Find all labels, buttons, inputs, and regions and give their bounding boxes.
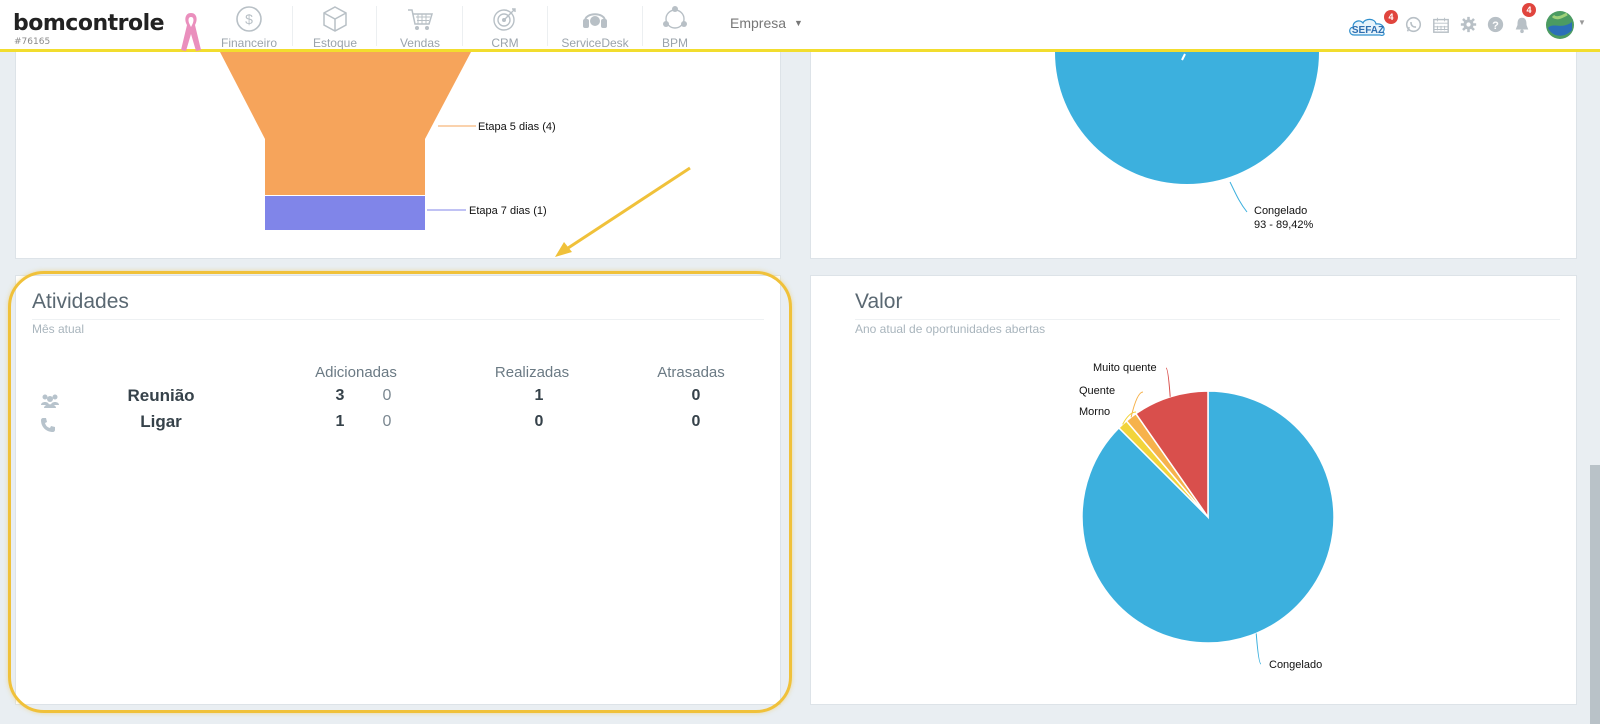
activities-title: Atividades (32, 290, 129, 313)
nav-financeiro[interactable]: $ Financeiro (214, 4, 284, 50)
activity-reuniao-done: 1 (534, 387, 544, 404)
caret-down-icon: ▼ (794, 18, 803, 28)
nav-divider (376, 6, 377, 46)
divider (32, 319, 764, 320)
account-id: #76165 (14, 37, 51, 47)
activity-reuniao-added: 3 (335, 387, 345, 404)
calendar-icon[interactable] (1432, 16, 1450, 34)
whatsapp-icon[interactable] (1405, 16, 1422, 33)
nav-divider (292, 6, 293, 46)
activities-subtitle: Mês atual (32, 322, 85, 336)
pie-connector-congelado-top (1229, 181, 1248, 213)
nav-estoque[interactable]: Estoque (300, 4, 370, 50)
headset-icon (583, 13, 607, 28)
activity-ligar-added-extra: 0 (382, 413, 392, 430)
box-icon (323, 6, 347, 32)
pie-slice-congelado-top (1055, 52, 1319, 184)
users-icon (41, 394, 59, 408)
pie-value-congelado-top: 93 - 89,42% (1254, 219, 1314, 231)
activities-panel: Atividades Mês atual Adicionadas Realiza… (15, 275, 781, 705)
bell-icon[interactable] (1513, 16, 1531, 34)
avatar-caret-icon[interactable]: ▼ (1578, 18, 1586, 27)
funnel-stage-7 (265, 196, 425, 230)
pie-label-congelado: Congelado (1269, 659, 1322, 671)
col-header-realizadas: Realizadas (494, 364, 570, 381)
target-icon (493, 8, 516, 31)
nav-divider (642, 6, 643, 46)
pie-label-congelado-top: Congelado (1254, 205, 1307, 217)
svg-text:$: $ (245, 11, 253, 27)
nav-financeiro-label: Financeiro (220, 36, 278, 50)
activity-reuniao-added-extra: 0 (382, 387, 392, 404)
funnel-label-stage7: Etapa 7 dias (1) (469, 205, 547, 217)
network-icon (663, 6, 687, 29)
shopping-cart-icon (408, 9, 434, 30)
nav-vendas-label: Vendas (399, 36, 441, 50)
nav-servicedesk[interactable]: ServiceDesk (555, 4, 635, 50)
empresa-dropdown[interactable]: Empresa ▼ (730, 15, 803, 31)
col-header-adicionadas: Adicionadas (315, 364, 397, 381)
activity-reuniao-late: 0 (691, 387, 701, 404)
sefaz-badge: 4 (1384, 10, 1398, 24)
nav-divider (547, 6, 548, 46)
col-header-atrasadas: Atrasadas (657, 364, 725, 381)
pie-label-morno: Morno (1079, 406, 1110, 418)
nav-estoque-label: Estoque (312, 36, 358, 50)
funnel-stage-5 (220, 52, 471, 195)
activity-ligar-done: 0 (534, 413, 544, 430)
valor-pie-chart: Congelado Morno Quente Muito quente (1079, 362, 1335, 671)
scrollbar-thumb[interactable] (1590, 465, 1600, 724)
gear-icon[interactable] (1460, 16, 1477, 33)
status-pie-chart: Congelado 93 - 89,42% (1055, 52, 1319, 231)
pie-label-quente: Quente (1079, 385, 1115, 397)
nav-servicedesk-label: ServiceDesk (561, 36, 629, 50)
pie-connector (1165, 367, 1171, 397)
empresa-label: Empresa (730, 15, 787, 31)
pie-connector (1255, 633, 1262, 665)
nav-crm[interactable]: CRM (470, 4, 540, 50)
activity-name-reuniao: Reunião (127, 386, 195, 405)
annotation-arrow (555, 166, 691, 257)
activity-name-ligar: Ligar (140, 412, 182, 431)
pie-label-muito-quente: Muito quente (1093, 362, 1157, 374)
notifications-badge: 4 (1522, 3, 1536, 17)
phone-icon (41, 418, 55, 432)
nav-vendas[interactable]: Vendas (385, 4, 455, 50)
activity-ligar-added: 1 (335, 413, 345, 430)
nav-bpm[interactable]: BPM (650, 4, 700, 50)
nav-divider (462, 6, 463, 46)
funnel-label-stage5: Etapa 5 dias (4) (478, 121, 556, 133)
top-navigation-bar: bomcontrole #76165 $ Financeiro Estoque … (0, 0, 1600, 52)
brand-logo[interactable]: bomcontrole (13, 11, 165, 36)
svg-text:?: ? (1492, 20, 1499, 32)
avatar[interactable] (1545, 10, 1575, 40)
valor-panel: Valor Ano atual de oportunidades abertas… (810, 275, 1577, 705)
status-pie-panel: Congelado 93 - 89,42% (810, 52, 1577, 259)
activity-ligar-late: 0 (691, 413, 701, 430)
help-icon[interactable]: ? (1487, 16, 1504, 33)
nav-crm-label: CRM (491, 36, 519, 50)
pink-ribbon-icon (181, 13, 201, 51)
dollar-circle-icon: $ (236, 6, 262, 32)
sefaz-label: SEFAZ (1352, 25, 1384, 36)
nav-bpm-label: BPM (661, 36, 688, 50)
